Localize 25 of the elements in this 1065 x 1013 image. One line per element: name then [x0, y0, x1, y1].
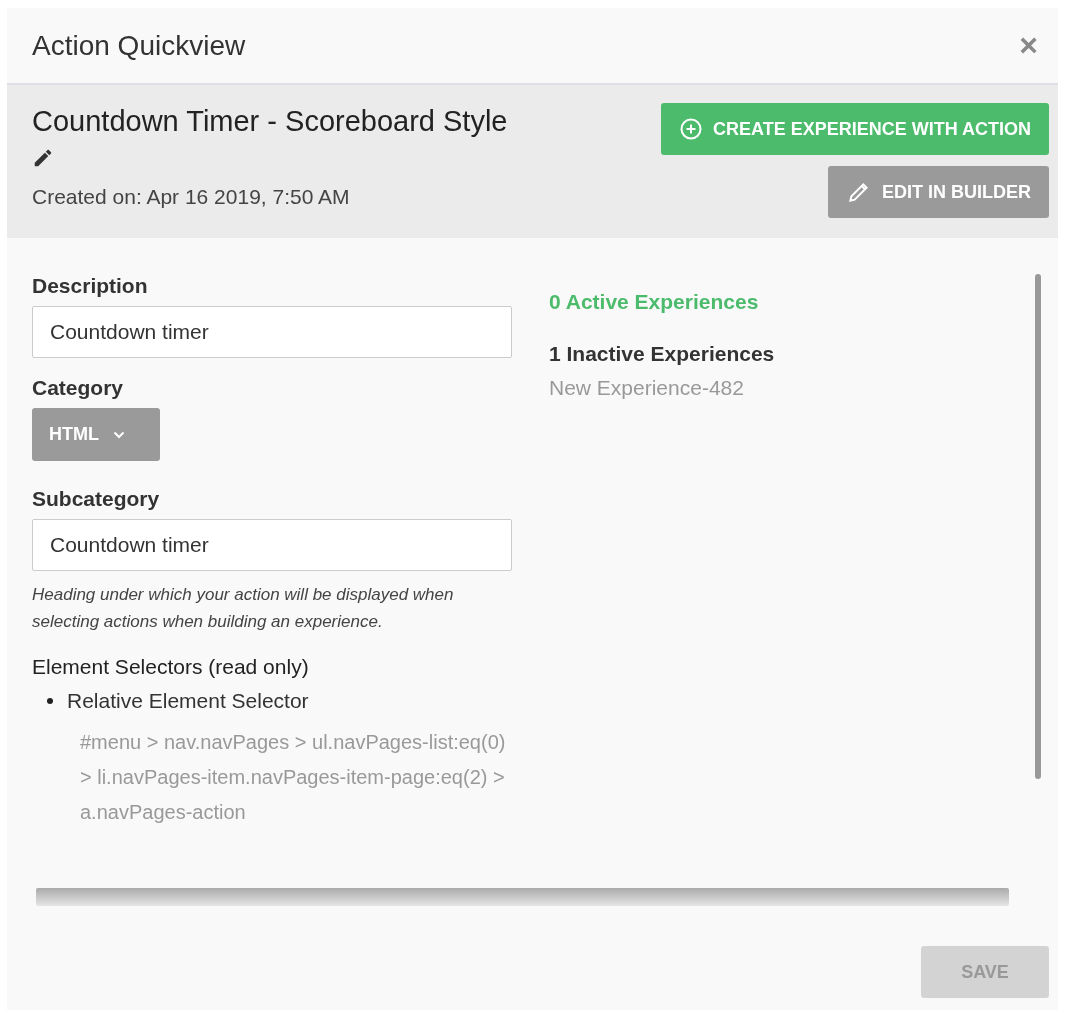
subcategory-field[interactable]: Countdown timer: [32, 519, 512, 571]
pencil-icon[interactable]: [32, 147, 54, 169]
description-field[interactable]: Countdown timer: [32, 306, 512, 358]
selector-value: #menu > nav.navPages > ul.navPages-list:eq(0) > li.navPages-item.navPages-item-page:eq(2) > a.navPages-action: [80, 730, 507, 825]
bullet-icon: [47, 698, 53, 704]
action-name: Countdown Timer - Scoreboard Style: [32, 105, 508, 137]
created-date: Created on: Apr 16 2019, 7:50 AM: [32, 185, 351, 209]
category-dropdown[interactable]: HTML: [32, 408, 160, 461]
plus-circle-icon: [679, 117, 703, 141]
create-experience-button[interactable]: CREATE EXPERIENCE WITH ACTION: [661, 103, 1049, 155]
active-experiences-heading: 0 Active Experiences: [549, 290, 760, 314]
close-button[interactable]: ×: [1013, 26, 1044, 65]
section-heading: Element Selectors (read only): [32, 655, 310, 679]
experience-name[interactable]: New Experience-482: [549, 376, 775, 400]
field-label: Subcategory: [32, 487, 161, 511]
horizontal-scrollbar[interactable]: [36, 888, 1009, 906]
edit-in-builder-button[interactable]: EDIT IN BUILDER: [828, 166, 1049, 218]
dialog-title: Action Quickview: [32, 29, 246, 62]
help-text: Heading under which your action will be displayed when selecting actions when building an experience.: [32, 584, 455, 633]
chevron-down-icon: [113, 430, 125, 439]
field-label: Category: [32, 376, 125, 400]
field-label: Description: [32, 274, 149, 298]
selector-name: Relative Element Selector: [67, 689, 309, 713]
vertical-scrollbar[interactable]: [1035, 274, 1041, 779]
inactive-experiences-heading: 1 Inactive Experiences: [549, 342, 775, 366]
